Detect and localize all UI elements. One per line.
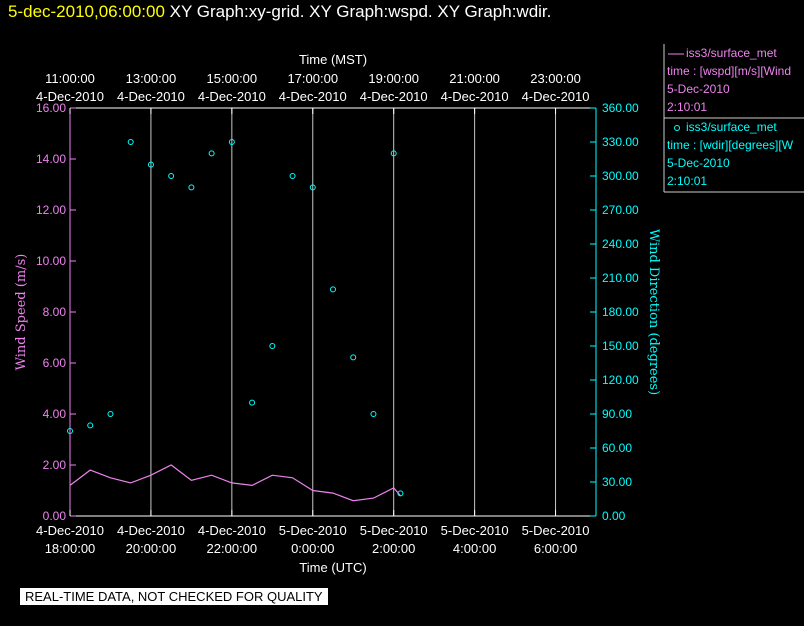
- top-tick-time: 15:00:00: [207, 71, 258, 86]
- wdir-point: [249, 399, 256, 406]
- series-layer: [67, 139, 404, 502]
- wdir-point: [127, 139, 134, 145]
- right-tick-label: 210.00: [602, 271, 639, 285]
- right-tick-label: 90.00: [602, 407, 632, 421]
- top-axis-label: Time (MST): [299, 52, 367, 67]
- bottom-tick-time: 2:00:00: [372, 541, 415, 556]
- left-tick-label: 0.00: [43, 509, 67, 523]
- left-tick-label: 10.00: [36, 254, 66, 268]
- bottom-axis-label: Time (UTC): [299, 560, 366, 575]
- grid-lines: [150, 108, 557, 516]
- wspd-line: [69, 464, 401, 502]
- left-tick-label: 6.00: [43, 356, 67, 370]
- top-tick-time: 23:00:00: [530, 71, 581, 86]
- right-tick-label: 120.00: [602, 373, 639, 387]
- legend-variable: time : [wdir][degrees][W: [667, 138, 794, 152]
- wdir-point: [289, 173, 296, 179]
- top-tick-time: 19:00:00: [368, 71, 419, 86]
- bottom-tick-time: 20:00:00: [126, 541, 177, 556]
- right-tick-label: 0.00: [602, 509, 626, 523]
- right-tick-label: 270.00: [602, 203, 639, 217]
- wdir-point: [208, 150, 215, 157]
- wdir-point: [350, 354, 357, 361]
- legend-date: 5-Dec-2010: [667, 156, 730, 170]
- top-tick-date: 4-Dec-2010: [36, 89, 104, 104]
- left-tick-label: 12.00: [36, 203, 66, 217]
- bottom-tick-date: 5-Dec-2010: [522, 523, 590, 538]
- top-tick-time: 17:00:00: [287, 71, 338, 86]
- left-tick-label: 14.00: [36, 152, 66, 166]
- bottom-tick-date: 5-Dec-2010: [441, 523, 509, 538]
- right-tick-label: 150.00: [602, 339, 639, 353]
- right-tick-label: 330.00: [602, 135, 639, 149]
- top-tick-time: 11:00:00: [45, 71, 95, 86]
- legend-time: 2:10:01: [667, 100, 708, 114]
- top-tick-date: 4-Dec-2010: [360, 89, 428, 104]
- right-tick-label: 30.00: [602, 475, 632, 489]
- plot-frame: [69, 107, 597, 517]
- right-tick-label: 360.00: [602, 101, 639, 115]
- top-tick-date: 4-Dec-2010: [441, 89, 509, 104]
- wdir-point: [269, 343, 276, 349]
- bottom-tick-time: 22:00:00: [207, 541, 258, 556]
- legend-variable: time : [wspd][m/s][Wind: [667, 64, 792, 78]
- bottom-tick-date: 4-Dec-2010: [36, 523, 104, 538]
- wdir-point: [330, 286, 336, 293]
- bottom-tick-date: 5-Dec-2010: [360, 523, 428, 538]
- right-tick-label: 300.00: [602, 169, 639, 183]
- wdir-point: [168, 173, 175, 179]
- top-tick-date: 4-Dec-2010: [198, 89, 266, 104]
- legend-date: 5-Dec-2010: [667, 82, 730, 96]
- bottom-tick-time: 18:00:00: [45, 541, 96, 556]
- legend-time: 2:10:01: [667, 174, 708, 188]
- right-axis-label: Wind Direction (degrees): [646, 229, 661, 395]
- right-tick-label: 180.00: [602, 305, 639, 319]
- legend-series-label: iss3/surface_met: [686, 46, 777, 60]
- axes: 0.002.004.006.008.0010.0012.0014.0016.00…: [14, 52, 661, 575]
- bottom-tick-time: 6:00:00: [534, 541, 577, 556]
- bottom-tick-time: 0:00:00: [291, 541, 334, 556]
- top-tick-time: 13:00:00: [126, 71, 177, 86]
- top-tick-date: 4-Dec-2010: [279, 89, 347, 104]
- left-tick-label: 8.00: [43, 305, 67, 319]
- top-tick-date: 4-Dec-2010: [522, 89, 590, 104]
- quality-warning-banner: REAL-TIME DATA, NOT CHECKED FOR QUALITY: [20, 588, 328, 605]
- right-tick-label: 240.00: [602, 237, 639, 251]
- top-tick-time: 21:00:00: [449, 71, 500, 86]
- legend-circle-marker: [674, 125, 680, 131]
- left-tick-label: 4.00: [43, 407, 67, 421]
- wdir-point: [188, 184, 195, 191]
- left-axis-label: Wind Speed (m/s): [14, 254, 29, 371]
- top-tick-date: 4-Dec-2010: [117, 89, 185, 104]
- right-tick-label: 60.00: [602, 441, 632, 455]
- bottom-tick-time: 4:00:00: [453, 541, 496, 556]
- wdir-point: [107, 411, 114, 417]
- wdir-point: [370, 411, 377, 417]
- legend-series-label: iss3/surface_met: [686, 120, 777, 134]
- bottom-tick-date: 4-Dec-2010: [117, 523, 185, 538]
- left-tick-label: 2.00: [43, 458, 67, 472]
- wdir-point: [87, 422, 94, 429]
- bottom-tick-date: 4-Dec-2010: [198, 523, 266, 538]
- bottom-tick-date: 5-Dec-2010: [279, 523, 347, 538]
